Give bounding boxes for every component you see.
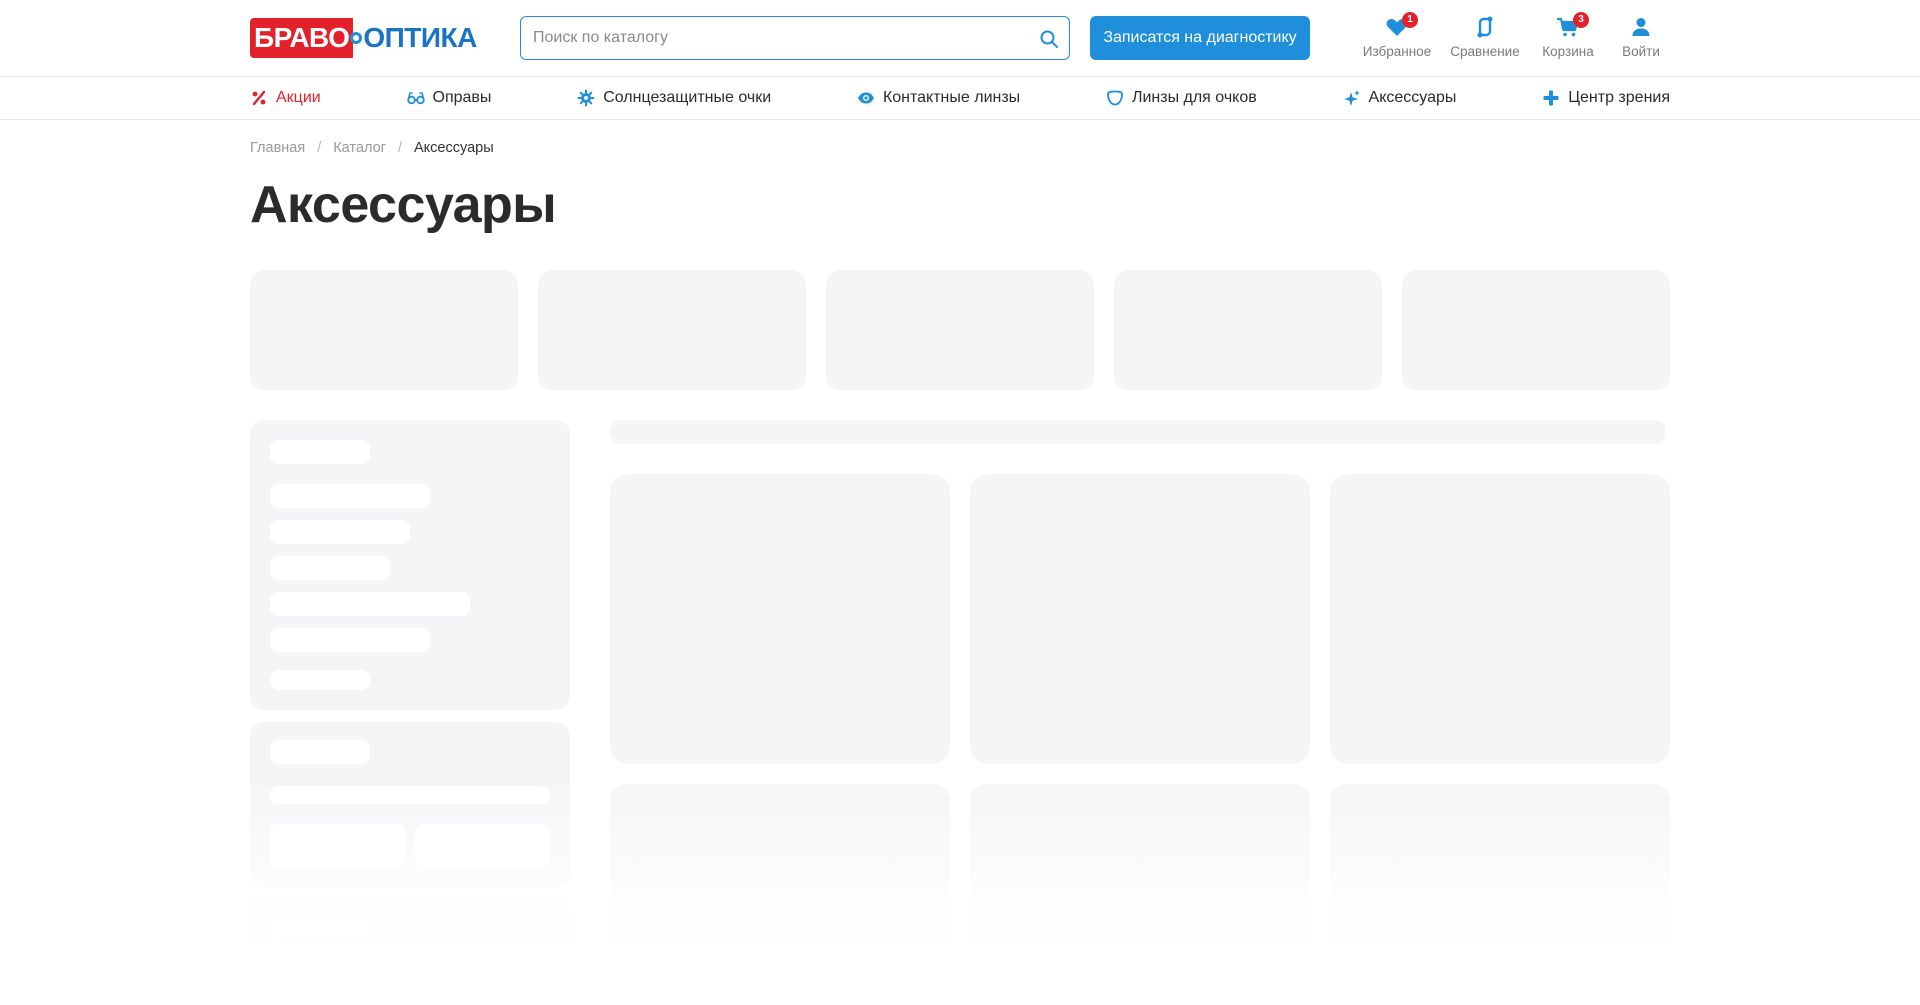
brand-logo[interactable]: БРАВО ОПТИКА — [250, 17, 477, 59]
nav-item-sunglasses[interactable]: Солнцезащитные очки — [577, 89, 771, 107]
search-input[interactable] — [521, 17, 1069, 59]
search-icon[interactable] — [1039, 29, 1059, 49]
nav-item-accessories[interactable]: Аксессуары — [1343, 89, 1457, 107]
sun-gear-icon — [577, 89, 595, 107]
main-navigation: Акции Оправы Солнцезащитные очки Контакт… — [0, 76, 1920, 120]
breadcrumb-catalog-link[interactable]: Каталог — [333, 140, 386, 156]
category-card-skeleton — [250, 270, 518, 390]
compare-label: Сравнение — [1450, 44, 1520, 59]
product-card-skeleton — [970, 474, 1310, 764]
percent-icon — [252, 90, 266, 106]
skeleton-line — [270, 592, 470, 616]
filter-panel-skeleton — [250, 420, 570, 710]
search-box — [520, 16, 1070, 60]
category-card-skeleton — [1402, 270, 1670, 390]
skeleton-line — [270, 440, 370, 464]
user-icon — [1632, 18, 1650, 36]
nav-item-vision-center[interactable]: Центр зрения — [1542, 89, 1670, 107]
nav-item-label: Линзы для очков — [1131, 89, 1257, 106]
skeleton-line — [270, 628, 430, 652]
skeleton-line — [270, 670, 370, 690]
breadcrumb-current: Аксессуары — [413, 140, 494, 156]
breadcrumb-separator: / — [317, 140, 322, 156]
nav-item-promo[interactable]: Акции — [250, 89, 321, 107]
favorites-label: Избранное — [1362, 44, 1432, 59]
compare-icon — [1477, 16, 1493, 38]
nav-item-label: Аксессуары — [1368, 89, 1457, 106]
nav-item-spectacle-lenses[interactable]: Линзы для очков — [1106, 89, 1257, 107]
eye-icon — [857, 92, 874, 104]
skeleton-line — [270, 740, 370, 764]
plus-icon — [1543, 90, 1559, 106]
nav-item-contact-lenses[interactable]: Контактные линзы — [857, 89, 1020, 107]
lens-icon — [1107, 90, 1123, 106]
diagnostics-button[interactable]: Записатся на диагностику — [1090, 16, 1310, 60]
nav-item-label: Солнцезащитные очки — [603, 89, 772, 106]
sparkle-icon — [1343, 90, 1360, 106]
login-label: Войти — [1622, 44, 1660, 59]
skeleton-line — [270, 556, 390, 580]
cart-count-badge: 3 — [1573, 12, 1589, 28]
glasses-icon — [406, 92, 425, 105]
nav-item-label: Оправы — [432, 89, 492, 106]
favorites-button[interactable]: 1 Избранное — [1357, 12, 1437, 64]
product-card-skeleton — [1330, 474, 1670, 764]
breadcrumb-separator: / — [397, 140, 402, 156]
category-card-skeleton — [538, 270, 806, 390]
product-card-skeleton — [610, 474, 950, 764]
skeleton-line — [270, 484, 430, 508]
page-title: Аксессуары — [250, 176, 557, 234]
logo-text-left: БРАВО — [250, 18, 354, 58]
nav-item-label: Контактные линзы — [882, 89, 1021, 106]
cart-label: Корзина — [1542, 44, 1594, 59]
category-card-skeleton — [1114, 270, 1382, 390]
nav-item-frames[interactable]: Оправы — [406, 89, 492, 107]
sort-toolbar-skeleton — [610, 420, 1666, 444]
compare-button[interactable]: Сравнение — [1445, 14, 1525, 64]
skeleton-line — [270, 520, 410, 544]
login-button[interactable]: Войти — [1601, 14, 1681, 64]
cart-button[interactable]: 3 Корзина — [1528, 12, 1608, 64]
favorites-count-badge: 1 — [1402, 12, 1418, 28]
logo-text-right: ОПТИКА — [363, 22, 477, 53]
category-card-skeleton — [826, 270, 1094, 390]
loading-fade-overlay — [0, 780, 1920, 1005]
nav-item-label: Акции — [276, 89, 321, 106]
nav-item-label: Центр зрения — [1568, 89, 1670, 106]
breadcrumb-home-link[interactable]: Главная — [250, 140, 305, 156]
breadcrumb: Главная / Каталог / Аксессуары — [250, 140, 494, 156]
site-header: БРАВО ОПТИКА Записатся на диагностику 1 … — [0, 0, 1920, 76]
